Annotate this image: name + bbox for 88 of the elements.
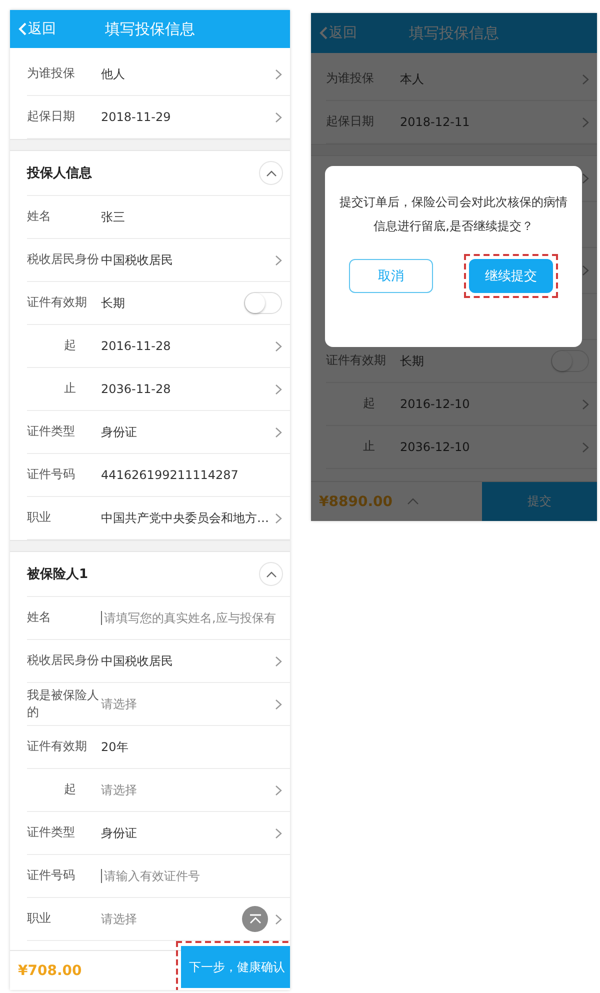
field-value[interactable]: 他人 bbox=[101, 66, 275, 82]
chevron-icon bbox=[275, 340, 282, 352]
page-title: 填写投保信息 bbox=[105, 20, 195, 38]
field-value[interactable]: 中国共产党中央委员会和地方… bbox=[101, 510, 275, 526]
total-price: ¥708.00 bbox=[17, 962, 82, 980]
next-step-button[interactable]: 下一步，健康确认 bbox=[181, 946, 290, 988]
field-label: 证件号码 bbox=[27, 466, 76, 484]
chevron-up-icon[interactable] bbox=[406, 498, 419, 505]
chevron-icon bbox=[275, 426, 282, 438]
field-label: 为谁投保 bbox=[326, 70, 375, 88]
field-label: 证件类型 bbox=[27, 824, 76, 842]
toggle-switch[interactable] bbox=[244, 292, 282, 314]
page-title: 填写投保信息 bbox=[409, 24, 499, 42]
field-label: 证件有效期 bbox=[27, 738, 88, 756]
field-label: 起 bbox=[63, 337, 77, 354]
back-link[interactable]: 返回 bbox=[311, 24, 357, 42]
field-value: 20年 bbox=[101, 738, 130, 756]
field-value[interactable]: 2016-12-10 bbox=[400, 397, 582, 411]
field-value[interactable]: 本人 bbox=[400, 70, 582, 88]
chevron-icon bbox=[275, 698, 282, 710]
back-icon bbox=[319, 26, 328, 40]
field-label: 证件有效期 bbox=[326, 352, 387, 370]
collapse-button[interactable] bbox=[259, 562, 283, 586]
chevron-icon bbox=[275, 828, 282, 838]
field-label: 职业 bbox=[27, 509, 52, 526]
chevron-icon bbox=[275, 112, 282, 122]
chevron-icon bbox=[582, 265, 589, 276]
submit-button[interactable]: 提交 bbox=[482, 482, 597, 521]
chevron-up-icon bbox=[266, 570, 276, 578]
chevron-icon bbox=[275, 254, 282, 266]
field-value: 张三 bbox=[101, 208, 126, 226]
field-value[interactable]: 2016-11-28 bbox=[101, 339, 275, 353]
section-title: 被保险人1 bbox=[27, 566, 88, 583]
field-value[interactable]: 2018-11-29 bbox=[101, 110, 275, 124]
field-label: 税收居民身份 bbox=[27, 652, 100, 670]
field-value[interactable]: 2036-12-10 bbox=[400, 440, 582, 454]
back-to-top-button[interactable] bbox=[242, 906, 268, 932]
total-price: ¥8890.00 bbox=[318, 492, 393, 512]
chevron-icon bbox=[582, 398, 589, 410]
back-icon bbox=[18, 22, 27, 36]
field-value[interactable]: 身份证 bbox=[101, 424, 275, 440]
toggle-switch[interactable] bbox=[551, 350, 589, 372]
chevron-icon bbox=[275, 914, 282, 924]
field-label: 止 bbox=[63, 380, 77, 398]
arrow-up-icon bbox=[248, 914, 262, 924]
input-field[interactable]: 请填写您的真实姓名,应与投保有 bbox=[101, 611, 282, 625]
field-label: 证件类型 bbox=[27, 423, 76, 440]
field-label: 证件有效期 bbox=[27, 294, 88, 312]
field-value: 441626199211114287 bbox=[101, 468, 240, 482]
field-label: 职业 bbox=[27, 910, 52, 928]
field-label: 姓名 bbox=[27, 609, 52, 626]
field-label: 止 bbox=[362, 438, 376, 456]
chevron-icon bbox=[275, 68, 282, 80]
field-value: 长期 bbox=[400, 352, 425, 370]
field-value[interactable]: 2036-11-28 bbox=[101, 382, 275, 396]
input-field[interactable]: 请输入有效证件号 bbox=[101, 869, 282, 883]
field-label: 起 bbox=[362, 395, 376, 412]
select-prompt[interactable]: 请选择 bbox=[101, 782, 275, 798]
cancel-button[interactable]: 取消 bbox=[349, 259, 433, 293]
field-label: 为谁投保 bbox=[27, 65, 76, 82]
field-label: 姓名 bbox=[27, 208, 52, 226]
chevron-icon bbox=[582, 116, 589, 128]
section-title: 投保人信息 bbox=[27, 165, 92, 182]
field-label: 起 bbox=[63, 781, 77, 798]
field-label: 起保日期 bbox=[326, 113, 375, 130]
chevron-icon bbox=[582, 173, 589, 184]
field-label: 我是被保险人的 bbox=[27, 686, 100, 721]
field-value[interactable]: 中国税收居民 bbox=[101, 252, 275, 268]
chevron-icon bbox=[275, 384, 282, 394]
field-value: 长期 bbox=[101, 294, 126, 312]
select-prompt[interactable]: 请选择 bbox=[101, 696, 275, 712]
chevron-up-icon bbox=[266, 170, 276, 176]
field-value[interactable]: 2018-12-11 bbox=[400, 115, 582, 129]
select-prompt[interactable]: 请选择 bbox=[101, 910, 275, 928]
continue-button[interactable]: 继续提交 bbox=[469, 259, 553, 293]
chevron-icon bbox=[582, 74, 589, 84]
back-link[interactable]: 返回 bbox=[10, 20, 56, 38]
chevron-icon bbox=[275, 512, 282, 524]
field-label: 证件号码 bbox=[27, 867, 76, 884]
collapse-button[interactable] bbox=[259, 161, 283, 185]
field-value[interactable]: 身份证 bbox=[101, 824, 275, 842]
field-label: 起保日期 bbox=[27, 108, 76, 126]
chevron-icon bbox=[275, 656, 282, 666]
field-value[interactable]: 中国税收居民 bbox=[101, 652, 275, 670]
dialog-message: 提交订单后，保险公司会对此次核保的病情信息进行留底,是否继续提交？ bbox=[339, 194, 568, 235]
field-label: 税收居民身份 bbox=[27, 251, 100, 268]
chevron-icon bbox=[275, 784, 282, 796]
chevron-icon bbox=[582, 442, 589, 452]
